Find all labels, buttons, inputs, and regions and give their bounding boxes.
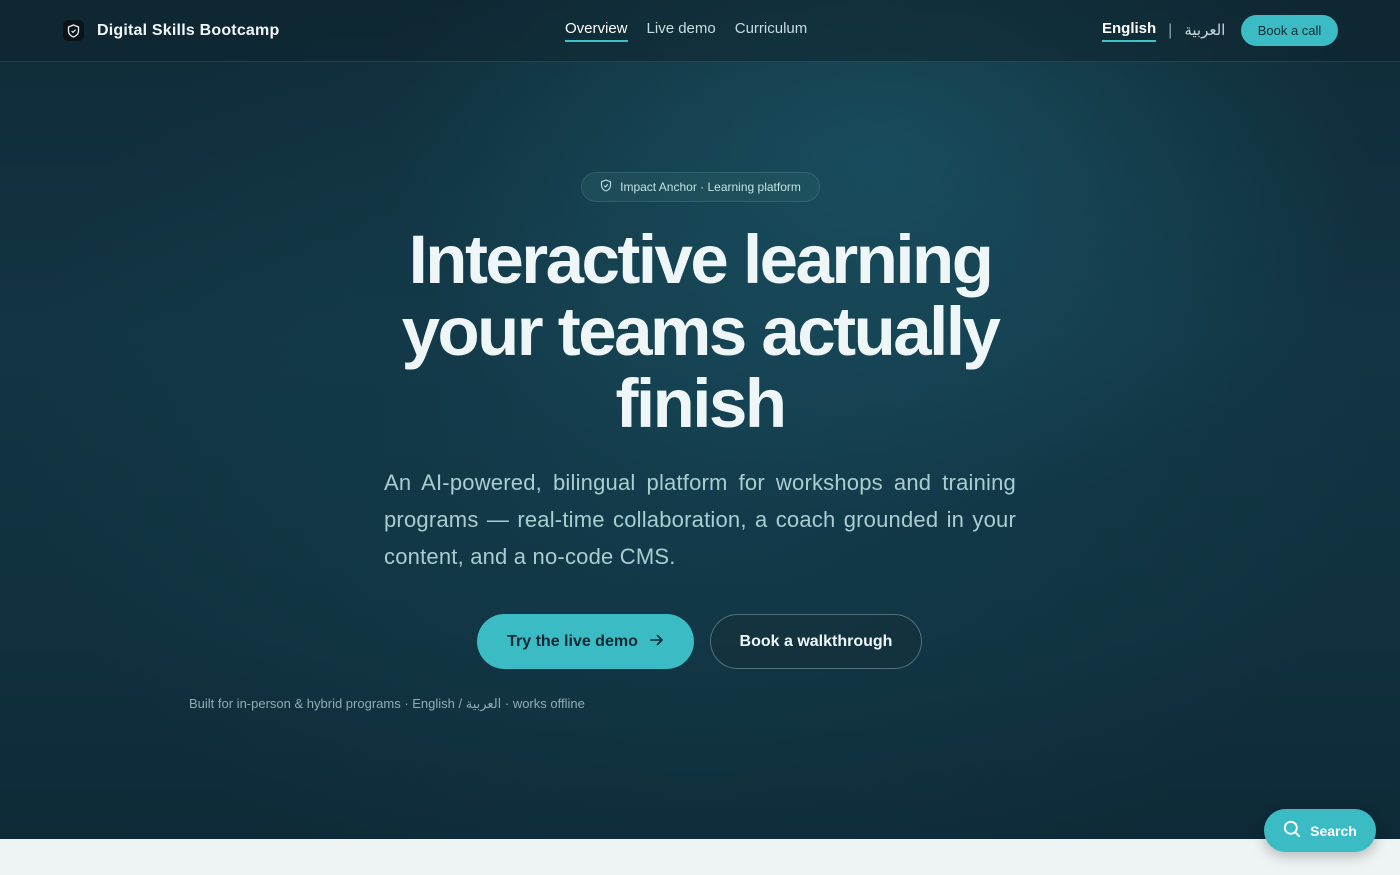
nav-overview[interactable]: Overview <box>565 20 628 42</box>
try-live-demo-label: Try the live demo <box>507 632 638 650</box>
hero-headline: Interactive learning your teams actually… <box>401 221 1001 442</box>
hero-badge-label: Impact Anchor · Learning platform <box>620 180 801 194</box>
top-navigation-bar: Digital Skills Bootcamp Overview Live de… <box>0 0 1400 62</box>
main-nav: Overview Live demo Curriculum <box>565 20 807 42</box>
hero-section: Digital Skills Bootcamp Overview Live de… <box>0 0 1400 839</box>
language-arabic[interactable]: العربية <box>1184 21 1225 42</box>
shield-check-icon <box>600 179 612 195</box>
language-separator: | <box>1168 22 1173 39</box>
search-label: Search <box>1310 822 1357 839</box>
arrow-right-icon <box>650 633 664 651</box>
shield-icon <box>63 20 84 41</box>
nav-curriculum[interactable]: Curriculum <box>735 20 808 42</box>
language-english[interactable]: English <box>1102 20 1157 42</box>
book-walkthrough-button[interactable]: Book a walkthrough <box>710 614 922 669</box>
hero-subtext: An AI-powered, bilingual platform for wo… <box>384 470 1016 569</box>
language-switcher: English | العربية <box>1102 20 1225 42</box>
nav-live-demo[interactable]: Live demo <box>647 20 716 42</box>
search-icon <box>1283 820 1301 841</box>
hero-badge: Impact Anchor · Learning platform <box>581 172 820 202</box>
brand-name: Digital Skills Bootcamp <box>97 21 280 39</box>
search-button[interactable]: Search <box>1264 809 1376 852</box>
brand[interactable]: Digital Skills Bootcamp <box>63 20 279 41</box>
book-a-call-button[interactable]: Book a call <box>1241 15 1338 46</box>
try-live-demo-button[interactable]: Try the live demo <box>477 614 694 669</box>
hero-footnote: Built for in-person & hybrid programs · … <box>189 696 585 711</box>
